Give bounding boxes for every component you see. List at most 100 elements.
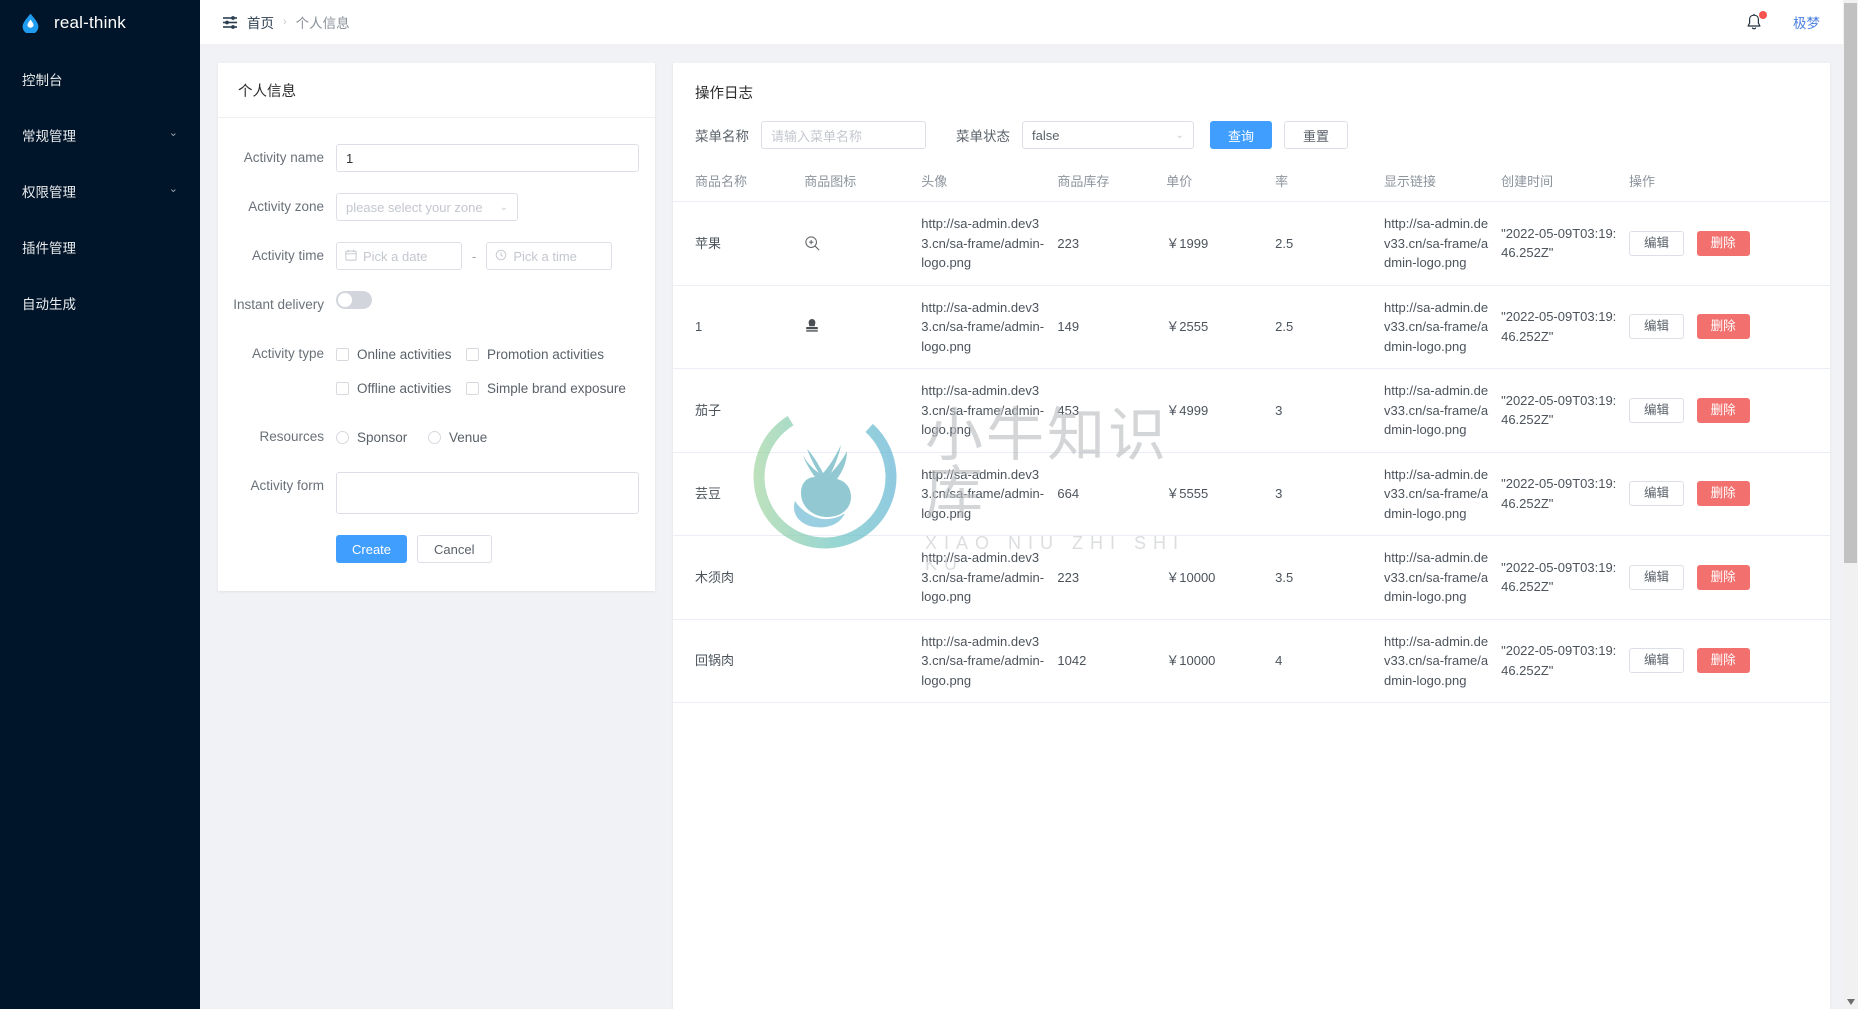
cell-stock: 223: [1051, 201, 1161, 286]
checkbox-label: Offline activities: [357, 380, 452, 396]
cell-display-link[interactable]: http://sa-admin.dev33.cn/sa-frame/admin-…: [1378, 368, 1496, 453]
radio-label: Venue: [449, 429, 488, 445]
sidebar-item-general-management[interactable]: 常规管理 ⌄: [0, 123, 200, 146]
breadcrumb-current: 个人信息: [295, 16, 350, 31]
table-header: 商品名称 商品图标 头像 商品库存 单价 率 显示链接 创建时间 操作: [673, 171, 1830, 202]
checkbox-simple-brand-exposure[interactable]: Simple brand exposure: [466, 381, 626, 396]
cell-operations: 编辑 删除: [1623, 368, 1830, 453]
cancel-button[interactable]: Cancel: [417, 535, 492, 563]
checkbox-offline-activities[interactable]: Offline activities: [336, 381, 466, 396]
table-header-row: 商品名称 商品图标 头像 商品库存 单价 率 显示链接 创建时间 操作: [673, 171, 1830, 202]
reset-button[interactable]: 重置: [1284, 121, 1349, 149]
sidebar-logo[interactable]: real-think: [0, 0, 200, 45]
delete-button[interactable]: 删除: [1696, 481, 1750, 507]
cell-created-time: "2022-05-09T03:19:46.252Z": [1495, 452, 1624, 536]
cell-display-link[interactable]: http://sa-admin.dev33.cn/sa-frame/admin-…: [1378, 619, 1496, 703]
delete-button[interactable]: 删除: [1696, 230, 1750, 256]
checkbox-online-activities[interactable]: Online activities: [336, 347, 466, 362]
delete-button[interactable]: 删除: [1696, 314, 1750, 340]
field-activity-type-row2: Offline activities Simple brand exposure: [218, 374, 631, 402]
cell-stock: 223: [1051, 535, 1161, 620]
search-button[interactable]: 查询: [1210, 121, 1273, 149]
form-body: Activity name 1 Activity zone please sel…: [218, 118, 655, 591]
scroll-down-arrow[interactable]: [1843, 995, 1858, 1009]
column-header-product-icon: 商品图标: [798, 171, 916, 202]
radio-venue[interactable]: Venue: [428, 430, 487, 445]
sidebar-item-permission-management[interactable]: 权限管理 ⌄: [0, 179, 200, 202]
checkbox-box: [466, 381, 479, 395]
edit-button[interactable]: 编辑: [1629, 397, 1685, 423]
date-picker-input[interactable]: Pick a date: [336, 242, 462, 270]
cell-rate: 4: [1269, 619, 1379, 703]
content-area: 个人信息 Activity name 1 Activity zone pleas…: [200, 45, 1858, 1009]
main-column: 首页 › 个人信息 极梦 个人信息 Activity name 1 Activi…: [200, 0, 1858, 1009]
breadcrumb-separator: ›: [283, 16, 287, 28]
operation-log-table: 商品名称 商品图标 头像 商品库存 单价 率 显示链接 创建时间 操作 苹果 h…: [673, 171, 1830, 703]
radio-circle: [428, 430, 441, 444]
edit-button[interactable]: 编辑: [1629, 230, 1685, 256]
operation-log-card: 操作日志 菜单名称 请输入菜单名称 菜单状态 false ⌄ 查询 重置 商品名…: [673, 63, 1830, 1009]
chevron-down-icon: ⌄: [1175, 129, 1184, 141]
activity-name-input[interactable]: 1: [336, 144, 639, 172]
cell-unit-price: ￥5555: [1160, 452, 1270, 536]
activity-zone-label: Activity zone: [248, 199, 324, 214]
checkbox-label: Promotion activities: [487, 346, 605, 362]
user-name[interactable]: 极梦: [1793, 12, 1820, 32]
cell-created-time: "2022-05-09T03:19:46.252Z": [1495, 285, 1624, 369]
clock-icon: [495, 249, 507, 264]
column-header-created-time: 创建时间: [1495, 171, 1624, 202]
activity-time-label: Activity time: [251, 248, 324, 263]
cell-operations: 编辑 删除: [1623, 452, 1830, 536]
sidebar-item-label: 插件管理: [22, 240, 76, 256]
field-instant-delivery: Instant delivery: [218, 291, 631, 319]
cell-operations: 编辑 删除: [1623, 535, 1830, 620]
radio-sponsor[interactable]: Sponsor: [336, 430, 428, 445]
bell-icon[interactable]: [1745, 10, 1767, 32]
delete-button[interactable]: 删除: [1696, 397, 1750, 423]
cell-stock: 149: [1051, 285, 1161, 369]
cell-unit-price: ￥10000: [1160, 619, 1270, 703]
create-button[interactable]: Create: [336, 535, 408, 563]
chevron-down-icon: ⌄: [499, 201, 508, 213]
delete-button[interactable]: 删除: [1696, 564, 1750, 590]
field-resources: Resources Sponsor Venue: [218, 423, 631, 451]
table-body: 苹果 http://sa-admin.dev33.cn/sa-frame/adm…: [673, 201, 1830, 703]
activity-zone-select[interactable]: please select your zone ⌄: [336, 193, 518, 221]
menu-status-select[interactable]: false ⌄: [1022, 121, 1194, 149]
brand-name: real-think: [54, 12, 126, 32]
field-activity-time: Activity time Pick a date - Pick a time: [218, 242, 631, 270]
edit-button[interactable]: 编辑: [1629, 564, 1685, 590]
edit-button[interactable]: 编辑: [1629, 481, 1685, 507]
instant-delivery-toggle[interactable]: [336, 291, 372, 309]
cell-display-link[interactable]: http://sa-admin.dev33.cn/sa-frame/admin-…: [1378, 535, 1496, 620]
radio-label: Sponsor: [357, 429, 408, 445]
chevron-down-icon: ⌄: [168, 183, 178, 195]
edit-button[interactable]: 编辑: [1629, 648, 1685, 674]
cell-display-link[interactable]: http://sa-admin.dev33.cn/sa-frame/admin-…: [1378, 201, 1496, 286]
delete-button[interactable]: 删除: [1696, 648, 1750, 674]
sidebar-item-console[interactable]: 控制台: [0, 67, 200, 90]
scrollbar-thumb[interactable]: [1844, 3, 1857, 563]
cell-unit-price: ￥1999: [1160, 201, 1270, 286]
sidebar-item-auto-generate[interactable]: 自动生成: [0, 291, 200, 314]
checkbox-promotion-activities[interactable]: Promotion activities: [466, 347, 604, 362]
page-scrollbar[interactable]: [1843, 0, 1858, 1009]
edit-button[interactable]: 编辑: [1629, 314, 1685, 340]
cell-stock: 453: [1051, 368, 1161, 453]
menu-fold-icon[interactable]: [222, 15, 238, 29]
stamp-icon[interactable]: [804, 318, 909, 335]
cell-display-link[interactable]: http://sa-admin.dev33.cn/sa-frame/admin-…: [1378, 285, 1496, 369]
activity-form-textarea[interactable]: [336, 472, 639, 514]
sidebar-item-plugin-management[interactable]: 插件管理: [0, 235, 200, 258]
activity-zone-placeholder: please select your zone: [346, 199, 483, 215]
checkbox-box: [466, 347, 479, 361]
table-row: 苹果 http://sa-admin.dev33.cn/sa-frame/adm…: [673, 201, 1830, 286]
cell-rate: 3: [1269, 368, 1379, 453]
menu-name-input[interactable]: 请输入菜单名称: [761, 121, 926, 149]
time-picker-input[interactable]: Pick a time: [486, 242, 613, 270]
zoom-in-icon[interactable]: [804, 235, 909, 252]
menu-status-value: false: [1032, 127, 1060, 143]
cell-display-link[interactable]: http://sa-admin.dev33.cn/sa-frame/admin-…: [1378, 452, 1496, 536]
sidebar-item-label: 常规管理: [22, 128, 76, 144]
breadcrumb-home[interactable]: 首页: [247, 12, 274, 32]
